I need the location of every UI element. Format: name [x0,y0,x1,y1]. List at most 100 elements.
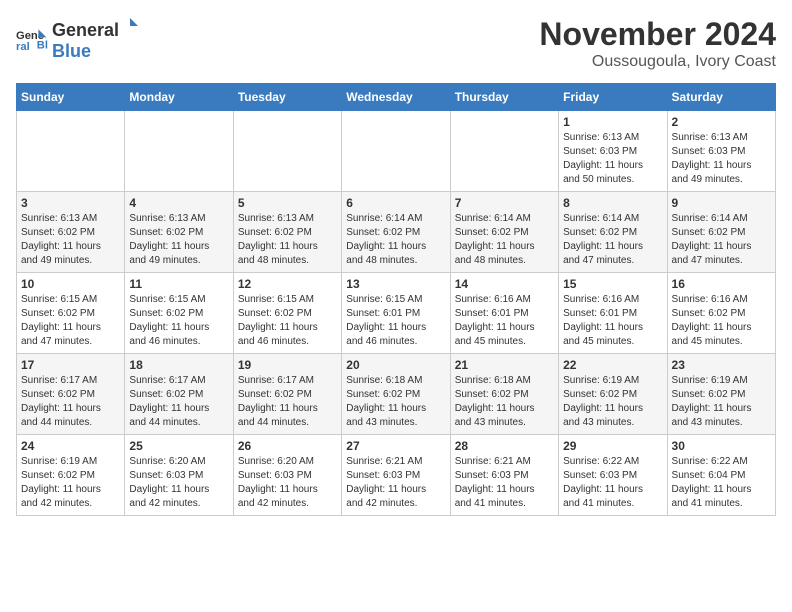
calendar-cell: 29 Sunrise: 6:22 AM Sunset: 6:03 PM Dayli… [559,435,667,516]
calendar-cell: 4 Sunrise: 6:13 AM Sunset: 6:02 PM Daylig… [125,192,233,273]
calendar-cell: 15 Sunrise: 6:16 AM Sunset: 6:01 PM Dayli… [559,273,667,354]
cell-content: Sunrise: 6:19 AM Sunset: 6:02 PM Dayligh… [563,374,662,430]
day-number: 25 [129,439,228,453]
logo-bird-icon [120,16,140,36]
day-number: 29 [563,439,662,453]
cell-content: Sunrise: 6:14 AM Sunset: 6:02 PM Dayligh… [346,212,445,268]
cell-content: Sunrise: 6:16 AM Sunset: 6:01 PM Dayligh… [455,293,554,349]
calendar-cell: 19Sunrise: 6:17 AM Sunset: 6:02 PM Dayli… [233,354,341,435]
calendar-cell: 11Sunrise: 6:15 AM Sunset: 6:02 PM Dayli… [125,273,233,354]
cell-content: Sunrise: 6:14 AM Sunset: 6:02 PM Dayligh… [455,212,554,268]
day-header-wednesday: Wednesday [342,84,450,111]
day-number: 7 [455,196,554,210]
day-number: 28 [455,439,554,453]
calendar-cell [233,111,341,192]
calendar-cell: 10Sunrise: 6:15 AM Sunset: 6:02 PM Dayli… [17,273,125,354]
logo-text-blue: Blue [52,41,141,62]
day-number: 4 [129,196,228,210]
cell-content: Sunrise: 6:13 AM Sunset: 6:02 PM Dayligh… [238,212,337,268]
calendar-cell: 9 Sunrise: 6:14 AM Sunset: 6:02 PM Daylig… [667,192,775,273]
calendar-cell [125,111,233,192]
day-number: 9 [672,196,771,210]
calendar-cell: 28 Sunrise: 6:21 AM Sunset: 6:03 PM Dayli… [450,435,558,516]
day-number: 12 [238,277,337,291]
calendar-cell [342,111,450,192]
calendar-cell: 13Sunrise: 6:15 AM Sunset: 6:01 PM Dayli… [342,273,450,354]
svg-text:Blue: Blue [37,40,48,52]
cell-content: Sunrise: 6:13 AM Sunset: 6:03 PM Dayligh… [563,131,662,187]
month-title: November 2024 [539,16,776,53]
day-number: 14 [455,277,554,291]
day-number: 11 [129,277,228,291]
day-number: 21 [455,358,554,372]
cell-content: Sunrise: 6:17 AM Sunset: 6:02 PM Dayligh… [129,374,228,430]
day-header-sunday: Sunday [17,84,125,111]
cell-content: Sunrise: 6:15 AM Sunset: 6:02 PM Dayligh… [238,293,337,349]
calendar-cell: 7 Sunrise: 6:14 AM Sunset: 6:02 PM Daylig… [450,192,558,273]
calendar-cell: 5Sunrise: 6:13 AM Sunset: 6:02 PM Daylig… [233,192,341,273]
header: Gene ral Blue General Blue November 2024… [16,16,776,71]
calendar-cell: 17 Sunrise: 6:17 AM Sunset: 6:02 PM Dayli… [17,354,125,435]
cell-content: Sunrise: 6:21 AM Sunset: 6:03 PM Dayligh… [455,455,554,511]
day-number: 2 [672,115,771,129]
calendar-cell [17,111,125,192]
calendar-week-row: 1 Sunrise: 6:13 AM Sunset: 6:03 PM Daylig… [17,111,776,192]
cell-content: Sunrise: 6:22 AM Sunset: 6:03 PM Dayligh… [563,455,662,511]
day-number: 20 [346,358,445,372]
day-number: 26 [238,439,337,453]
calendar-cell: 12 Sunrise: 6:15 AM Sunset: 6:02 PM Dayli… [233,273,341,354]
cell-content: Sunrise: 6:21 AM Sunset: 6:03 PM Dayligh… [346,455,445,511]
cell-content: Sunrise: 6:14 AM Sunset: 6:02 PM Dayligh… [672,212,771,268]
calendar-header-row: SundayMondayTuesdayWednesdayThursdayFrid… [17,84,776,111]
calendar-cell: 26 Sunrise: 6:20 AM Sunset: 6:03 PM Dayli… [233,435,341,516]
day-number: 1 [563,115,662,129]
calendar-cell: 22 Sunrise: 6:19 AM Sunset: 6:02 PM Dayli… [559,354,667,435]
calendar-cell: 3 Sunrise: 6:13 AM Sunset: 6:02 PM Daylig… [17,192,125,273]
calendar-cell: 20 Sunrise: 6:18 AM Sunset: 6:02 PM Dayli… [342,354,450,435]
calendar-week-row: 3 Sunrise: 6:13 AM Sunset: 6:02 PM Daylig… [17,192,776,273]
calendar-table: SundayMondayTuesdayWednesdayThursdayFrid… [16,83,776,516]
cell-content: Sunrise: 6:19 AM Sunset: 6:02 PM Dayligh… [672,374,771,430]
day-number: 17 [21,358,120,372]
svg-text:ral: ral [16,41,30,53]
day-number: 15 [563,277,662,291]
cell-content: Sunrise: 6:16 AM Sunset: 6:02 PM Dayligh… [672,293,771,349]
logo: Gene ral Blue General Blue [16,16,141,62]
cell-content: Sunrise: 6:13 AM Sunset: 6:02 PM Dayligh… [129,212,228,268]
calendar-cell: 18Sunrise: 6:17 AM Sunset: 6:02 PM Dayli… [125,354,233,435]
day-header-saturday: Saturday [667,84,775,111]
cell-content: Sunrise: 6:20 AM Sunset: 6:03 PM Dayligh… [129,455,228,511]
day-number: 8 [563,196,662,210]
day-number: 6 [346,196,445,210]
cell-content: Sunrise: 6:16 AM Sunset: 6:01 PM Dayligh… [563,293,662,349]
calendar-cell: 14 Sunrise: 6:16 AM Sunset: 6:01 PM Dayli… [450,273,558,354]
day-header-thursday: Thursday [450,84,558,111]
calendar-cell: 27Sunrise: 6:21 AM Sunset: 6:03 PM Dayli… [342,435,450,516]
day-number: 23 [672,358,771,372]
day-number: 24 [21,439,120,453]
calendar-cell: 8 Sunrise: 6:14 AM Sunset: 6:02 PM Daylig… [559,192,667,273]
calendar-cell: 2 Sunrise: 6:13 AM Sunset: 6:03 PM Daylig… [667,111,775,192]
cell-content: Sunrise: 6:20 AM Sunset: 6:03 PM Dayligh… [238,455,337,511]
day-number: 16 [672,277,771,291]
day-number: 19 [238,358,337,372]
day-number: 3 [21,196,120,210]
cell-content: Sunrise: 6:15 AM Sunset: 6:02 PM Dayligh… [21,293,120,349]
calendar-cell: 16 Sunrise: 6:16 AM Sunset: 6:02 PM Dayli… [667,273,775,354]
cell-content: Sunrise: 6:22 AM Sunset: 6:04 PM Dayligh… [672,455,771,511]
calendar-body: 1 Sunrise: 6:13 AM Sunset: 6:03 PM Daylig… [17,111,776,516]
day-header-monday: Monday [125,84,233,111]
calendar-cell: 1 Sunrise: 6:13 AM Sunset: 6:03 PM Daylig… [559,111,667,192]
cell-content: Sunrise: 6:14 AM Sunset: 6:02 PM Dayligh… [563,212,662,268]
day-number: 22 [563,358,662,372]
calendar-cell: 25 Sunrise: 6:20 AM Sunset: 6:03 PM Dayli… [125,435,233,516]
logo-icon: Gene ral Blue [16,23,48,55]
cell-content: Sunrise: 6:13 AM Sunset: 6:02 PM Dayligh… [21,212,120,268]
cell-content: Sunrise: 6:19 AM Sunset: 6:02 PM Dayligh… [21,455,120,511]
cell-content: Sunrise: 6:18 AM Sunset: 6:02 PM Dayligh… [455,374,554,430]
cell-content: Sunrise: 6:17 AM Sunset: 6:02 PM Dayligh… [21,374,120,430]
calendar-cell: 30Sunrise: 6:22 AM Sunset: 6:04 PM Dayli… [667,435,775,516]
calendar-cell: 24 Sunrise: 6:19 AM Sunset: 6:02 PM Dayli… [17,435,125,516]
cell-content: Sunrise: 6:18 AM Sunset: 6:02 PM Dayligh… [346,374,445,430]
cell-content: Sunrise: 6:13 AM Sunset: 6:03 PM Dayligh… [672,131,771,187]
